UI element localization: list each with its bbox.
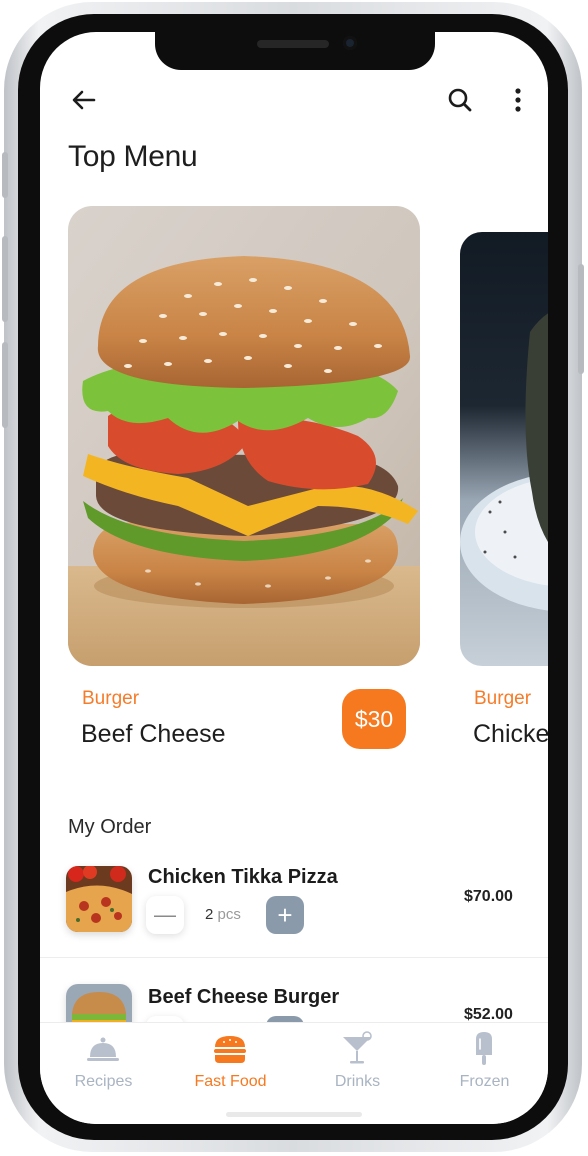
- tab-label: Fast Food: [194, 1073, 267, 1090]
- camera: [343, 36, 357, 50]
- featured-category: Burger: [82, 688, 140, 709]
- volume-up-button: [2, 236, 8, 322]
- quantity-value: 2: [205, 906, 214, 923]
- cocktail-icon: [343, 1031, 372, 1064]
- featured-category-2: Burger: [474, 688, 532, 709]
- app-screen: Top Menu Burger Beef Cheese $30 Burger C…: [40, 32, 548, 1124]
- my-order-title: My Order: [68, 816, 152, 838]
- volume-down-button: [2, 342, 8, 428]
- order-item: Chicken Tikka Pizza — 2 pcs + $70.00: [40, 852, 548, 962]
- tab-frozen[interactable]: Frozen: [421, 1023, 548, 1103]
- mute-switch: [2, 152, 8, 198]
- page-title: Top Menu: [68, 140, 198, 173]
- speaker: [257, 40, 329, 48]
- order-divider: [40, 957, 548, 958]
- decrease-quantity-button[interactable]: —: [146, 896, 184, 934]
- featured-card-image[interactable]: [68, 206, 420, 666]
- burger-photo: [68, 206, 420, 666]
- order-item-price: $70.00: [464, 888, 513, 905]
- cloche-icon: [87, 1037, 119, 1061]
- featured-name-2: Chicke: [473, 720, 548, 748]
- tab-fast-food[interactable]: Fast Food: [167, 1023, 294, 1103]
- tab-recipes[interactable]: Recipes: [40, 1023, 167, 1103]
- chicken-burger-photo: [460, 313, 548, 611]
- arrow-left-icon[interactable]: [70, 86, 98, 114]
- search-icon[interactable]: [446, 86, 474, 114]
- pizza-thumbnail: [66, 866, 132, 932]
- power-button: [578, 264, 584, 374]
- tab-label: Frozen: [459, 1073, 510, 1090]
- home-indicator: [226, 1112, 362, 1117]
- bottom-tab-bar: Recipes Fast Food Drinks Frozen: [40, 1022, 548, 1124]
- tab-label: Drinks: [334, 1073, 381, 1090]
- burger-icon: [214, 1036, 246, 1063]
- featured-name: Beef Cheese: [81, 720, 226, 748]
- tab-label: Recipes: [74, 1073, 133, 1090]
- featured-price-badge[interactable]: $30: [342, 689, 406, 749]
- tab-drinks[interactable]: Drinks: [294, 1023, 421, 1103]
- order-item-name-2: Beef Cheese Burger: [148, 986, 340, 1008]
- quantity-display: 2 pcs: [205, 906, 241, 923]
- order-item-name: Chicken Tikka Pizza: [148, 866, 338, 888]
- increase-quantity-button[interactable]: +: [266, 896, 304, 934]
- more-vertical-icon[interactable]: [504, 86, 532, 114]
- notch: [155, 32, 435, 70]
- top-bar: [40, 80, 548, 120]
- featured-card-image-2[interactable]: [460, 232, 548, 666]
- quantity-unit: pcs: [217, 906, 241, 923]
- popsicle-icon: [476, 1032, 492, 1065]
